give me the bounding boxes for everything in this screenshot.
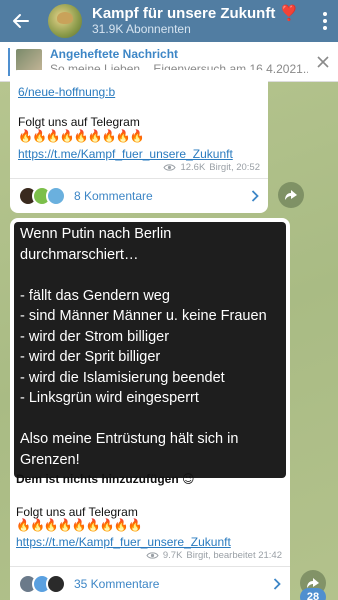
telegram-link[interactable]: https://t.me/Kampf_fuer_unsere_Zukunft (18, 146, 233, 162)
chevron-right-icon (251, 189, 259, 202)
fire-emojis: 🔥🔥🔥🔥🔥🔥🔥🔥🔥 (16, 518, 142, 532)
commenter-avatars (18, 573, 66, 594)
view-count: 9.7K (162, 550, 183, 561)
back-button[interactable] (0, 0, 42, 42)
view-count: 12.6K (180, 162, 206, 173)
channel-avatar[interactable] (48, 4, 82, 38)
post-author-time: Birgit, bearbeitet 21:42 (186, 550, 282, 561)
channel-info[interactable]: Kampf für unsere Zukunft ❣️ 31.9K Abonne… (92, 5, 312, 36)
views-eye-icon (163, 164, 177, 171)
back-arrow-icon (13, 14, 29, 28)
close-pinned-button[interactable] (308, 42, 338, 82)
avatar (46, 573, 66, 594)
post-caption: Dem ist nichts hinzuzufügen 😉 (16, 472, 195, 486)
post-image-screenshot[interactable]: Wenn Putin nach Berlin durchmarschiert… … (14, 222, 286, 478)
post-meta: 12.6K Birgit, 20:52 (163, 162, 260, 173)
chevron-right-icon (273, 577, 281, 590)
avatar (46, 185, 66, 206)
share-arrow-icon (285, 190, 297, 200)
channel-title: Kampf für unsere Zukunft ❣️ (92, 5, 299, 23)
channel-post: 6/neue-hoffnung:b Folgt uns auf Telegram… (10, 70, 268, 213)
pinned-title: Angeheftete Nachricht (50, 46, 179, 61)
post-meta: 9.7K Birgit, bearbeitet 21:42 (146, 550, 282, 561)
telegram-link[interactable]: https://t.me/Kampf_fuer_unsere_Zukunft (16, 534, 231, 550)
more-menu-icon[interactable] (312, 0, 338, 42)
fire-emojis: 🔥🔥🔥🔥🔥🔥🔥🔥🔥 (18, 129, 144, 143)
close-icon (317, 55, 329, 68)
views-eye-icon (146, 552, 159, 559)
comments-button[interactable]: 8 Kommentare (10, 178, 268, 212)
channel-post: Wenn Putin nach Berlin durchmarschiert… … (10, 218, 290, 600)
post-link-fragment[interactable]: 6/neue-hoffnung:b (18, 84, 115, 100)
post-author-time: Birgit, 20:52 (209, 162, 260, 173)
comments-button[interactable]: 35 Kommentare (10, 566, 290, 600)
unread-badge[interactable]: 28 (300, 588, 326, 600)
post-follow-text: Folgt uns auf Telegram (18, 115, 140, 129)
pin-indicator (8, 47, 10, 76)
share-button[interactable] (278, 182, 304, 208)
comments-count: 8 Kommentare (74, 188, 153, 203)
subscriber-count: 31.9K Abonnenten (92, 21, 191, 36)
commenter-avatars (18, 185, 66, 206)
chat-header: Kampf für unsere Zukunft ❣️ 31.9K Abonne… (0, 0, 338, 42)
comments-count: 35 Kommentare (74, 576, 160, 591)
